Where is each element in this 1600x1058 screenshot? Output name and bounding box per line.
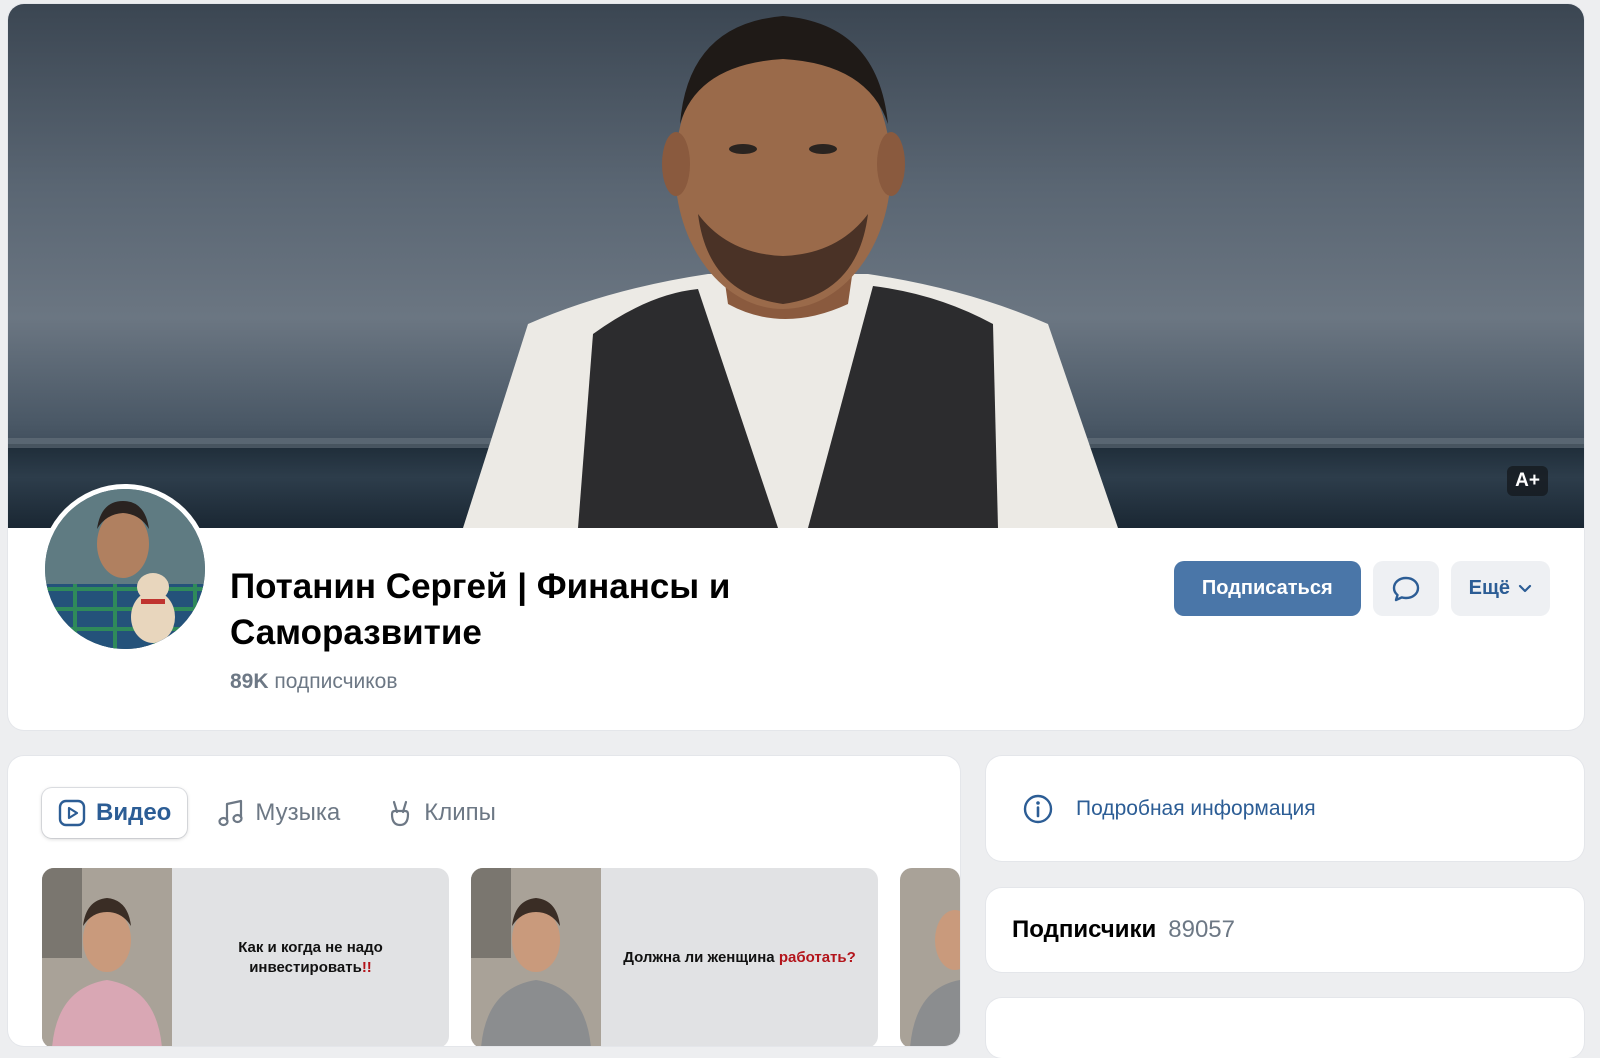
chevron-down-icon [1518,584,1532,592]
cover-portrait-illustration [8,16,1584,528]
sidebar-card [986,998,1584,1058]
avatar[interactable] [40,484,210,654]
video-list: Как и когда не надо инвестировать!! Долж… [42,868,960,1046]
followers-title: Подписчики [1012,916,1157,943]
music-note-icon [218,799,243,827]
tab-music-label: Музыка [255,799,341,826]
info-circle-icon [1023,794,1053,823]
video-caption-highlight: !! [361,959,372,976]
chat-bubble-icon [1392,576,1419,601]
page-title: Потанин Сергей | Финансы и Саморазвитие [230,567,731,652]
tab-video[interactable]: Видео [42,788,188,838]
message-button[interactable] [1372,561,1439,616]
cover-badge[interactable]: A+ [1507,466,1548,496]
video-thumbnail-illustration [471,868,601,1046]
video-card[interactable]: Должна ли женщина работать? [471,868,878,1046]
video-thumbnail-illustration [42,868,172,1046]
play-square-icon [58,799,86,827]
tab-clips-label: Клипы [424,799,496,826]
video-thumbnail-illustration [900,868,960,1046]
cover-photo: A+ [8,4,1584,528]
subscribers-label: подписчиков [274,670,398,693]
clips-hand-icon [391,800,410,827]
subscribe-button[interactable]: Подписаться [1173,561,1361,616]
more-label: Ещё [1468,577,1510,599]
details-card[interactable]: Подробная информация [986,756,1584,861]
details-link[interactable]: Подробная информация [1076,797,1316,821]
avatar-photo [45,489,205,649]
video-caption-text: Должна ли женщина [623,949,779,966]
video-caption: Как и когда не надо инвестировать!! [172,868,449,1046]
subscribers-summary[interactable]: 89K подписчиков [230,670,398,694]
followers-count: 89057 [1168,916,1236,943]
media-section: Видео Музыка Клипы Как и когда не надо и… [8,756,960,1046]
media-tabs: Видео Музыка Клипы [42,788,512,838]
video-card[interactable]: Как и когда не надо инвестировать!! [42,868,449,1046]
video-thumbnail-person [471,868,601,1046]
video-caption: Должна ли женщина работать? [601,868,878,1046]
profile-actions: Подписаться Ещё [1173,561,1550,616]
video-caption-highlight: работать? [778,949,856,966]
more-button[interactable]: Ещё [1450,561,1550,616]
tab-music[interactable]: Музыка [201,788,356,838]
video-thumbnail-person [42,868,172,1046]
video-card[interactable] [900,868,960,1046]
avatar-illustration [45,489,205,649]
subscribers-count: 89K [230,670,269,693]
profile-header-card: A+ Потанин Сергей | Финансы и Саморазвит… [8,4,1584,730]
tab-clips[interactable]: Клипы [370,788,512,838]
tab-video-label: Видео [96,799,172,826]
followers-card[interactable]: Подписчики 89057 [986,888,1584,972]
